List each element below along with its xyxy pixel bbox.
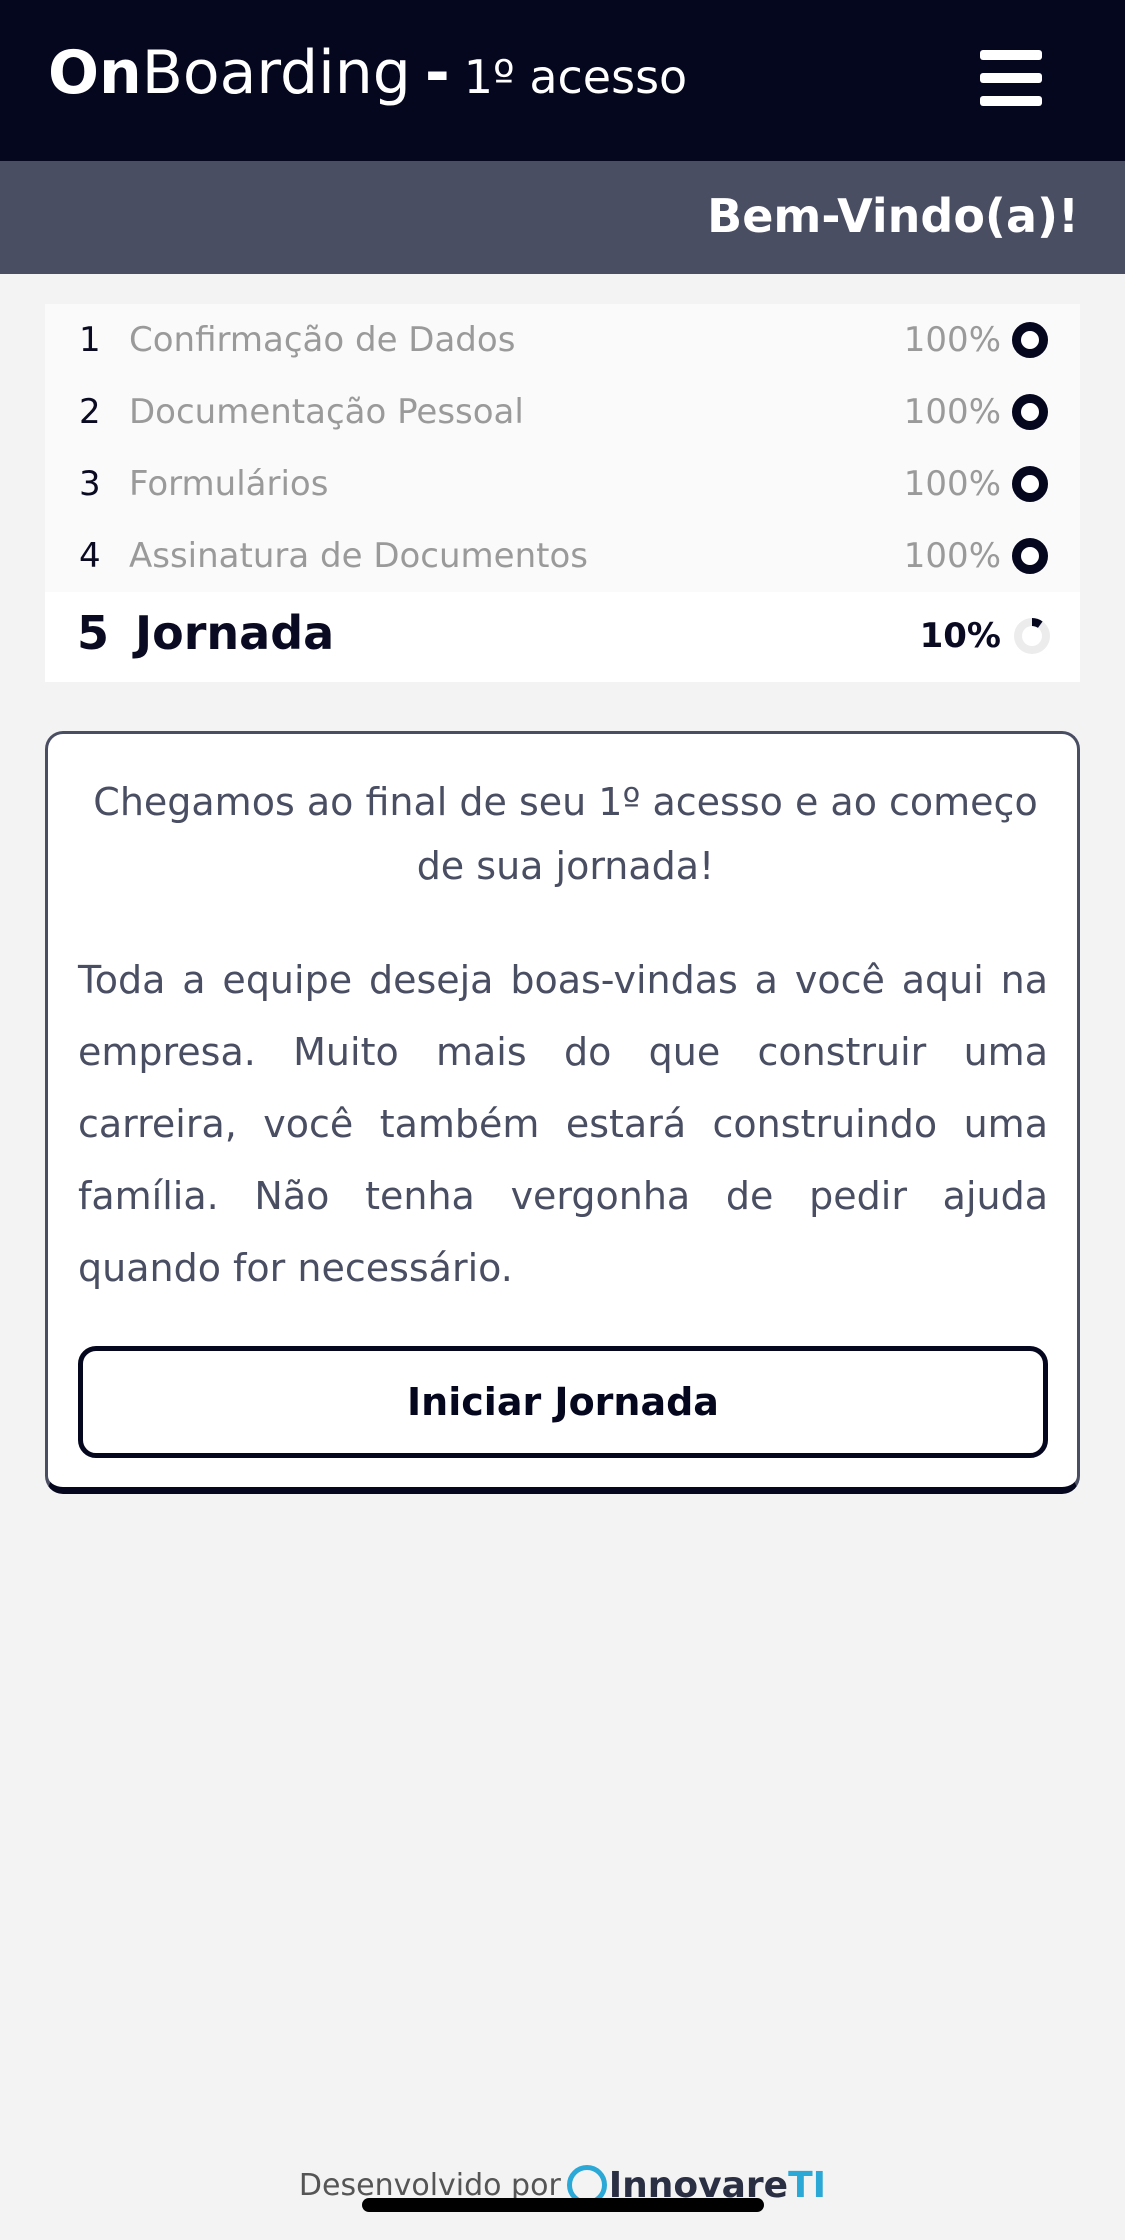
card-body: Toda a equipe deseja boas-vindas a você … xyxy=(78,958,1048,1290)
progress-pie-icon xyxy=(1014,618,1050,654)
start-journey-button[interactable]: Iniciar Jornada xyxy=(78,1346,1048,1458)
app-title: On Boarding -1º acesso xyxy=(48,38,687,118)
top-bar: On Boarding -1º acesso xyxy=(0,0,1125,161)
step-number: 5 xyxy=(77,606,110,660)
welcome-banner: Bem-Vindo(a)! xyxy=(0,161,1125,274)
step-label: Documentação Pessoal xyxy=(129,392,524,432)
step-item[interactable]: 2 Documentação Pessoal 100% xyxy=(45,376,1080,448)
step-percent: 100% xyxy=(903,536,1001,576)
card-headline: Chegamos ao final de seu 1º acesso e ao … xyxy=(93,780,1038,888)
step-percent: 100% xyxy=(903,464,1001,504)
page-subtitle: 1º acesso xyxy=(463,50,688,104)
step-item[interactable]: 4 Assinatura de Documentos 100% xyxy=(45,520,1080,592)
step-label: Assinatura de Documentos xyxy=(129,536,588,576)
step-label: Formulários xyxy=(129,464,329,504)
complete-ring-icon xyxy=(1012,466,1048,502)
step-item[interactable]: 3 Formulários 100% xyxy=(45,448,1080,520)
step-item[interactable]: 1 Confirmação de Dados 100% xyxy=(45,304,1080,376)
step-number: 2 xyxy=(79,392,101,432)
logo-suffix: TI xyxy=(788,2164,827,2206)
home-indicator xyxy=(362,2198,764,2212)
welcome-card: Chegamos ao final de seu 1º acesso e ao … xyxy=(45,731,1080,1494)
complete-ring-icon xyxy=(1012,538,1048,574)
complete-ring-icon xyxy=(1012,322,1048,358)
welcome-text: Bem-Vindo(a)! xyxy=(707,189,1079,243)
complete-ring-icon xyxy=(1012,394,1048,430)
step-label: Confirmação de Dados xyxy=(129,320,516,360)
step-percent: 100% xyxy=(903,320,1001,360)
step-item-active[interactable]: 5 Jornada 10% xyxy=(45,592,1080,682)
step-percent: 10% xyxy=(919,616,1001,656)
brand-dash: - xyxy=(424,38,450,108)
step-number: 4 xyxy=(79,536,101,576)
brand-boarding: Boarding xyxy=(141,38,411,108)
step-number: 1 xyxy=(79,320,101,360)
brand-on: On xyxy=(48,38,142,108)
hamburger-menu-icon[interactable] xyxy=(980,50,1042,106)
steps-list: 1 Confirmação de Dados 100% 2 Documentaç… xyxy=(45,304,1080,682)
step-label: Jornada xyxy=(135,606,335,660)
step-percent: 100% xyxy=(903,392,1001,432)
step-number: 3 xyxy=(79,464,101,504)
